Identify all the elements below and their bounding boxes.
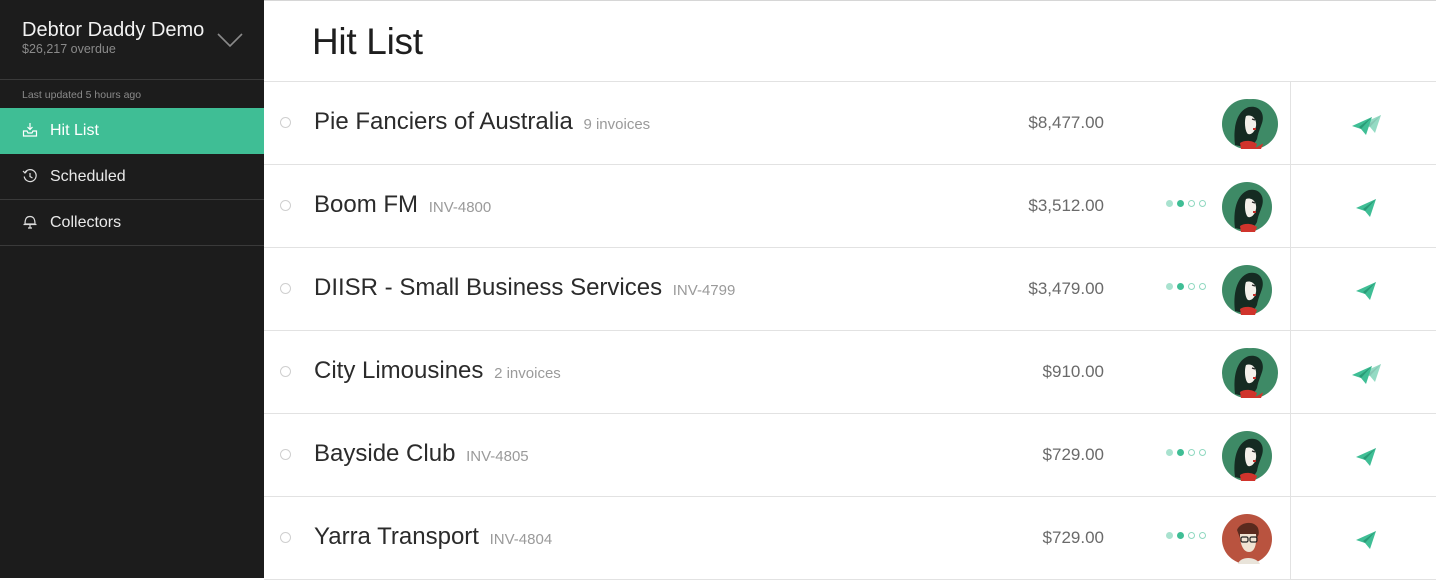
debtor-name[interactable]: DIISR - Small Business Services INV-4799 [314, 274, 735, 302]
progress-dot [1177, 532, 1184, 539]
collector-avatar [1222, 514, 1273, 564]
sidebar-item-hit-list[interactable]: Hit List [0, 108, 264, 154]
debtor-name-text: Bayside Club [314, 440, 456, 467]
collector-avatar [1222, 265, 1273, 315]
progress-dot [1166, 283, 1173, 290]
invoice-ref: INV-4800 [428, 199, 492, 216]
amount-due: $910.00 [1042, 362, 1104, 381]
sidebar-nav: Hit List Scheduled Collectors [0, 108, 264, 246]
row-select-radio[interactable] [280, 366, 291, 377]
collector-avatar-stack [1222, 348, 1278, 398]
invoice-ref: INV-4805 [466, 448, 529, 465]
debtor-name-text: DIISR - Small Business Services [314, 274, 663, 301]
progress-dot [1177, 283, 1184, 290]
reminder-progress [1166, 449, 1210, 461]
row-select-radio[interactable] [280, 200, 291, 211]
hit-list: Pie Fanciers of Australia 9 invoices $8,… [264, 82, 1436, 580]
invoice-ref: 9 invoices [583, 116, 651, 133]
sidebar-item-scheduled[interactable]: Scheduled [0, 154, 264, 200]
send-icon[interactable] [1350, 278, 1382, 302]
progress-dot [1177, 449, 1184, 456]
main-content: Hit List Pie Fanciers of Australia 9 inv… [264, 0, 1436, 580]
list-item[interactable]: Bayside Club INV-4805 $729.00 [264, 414, 1436, 497]
sidebar-item-collectors[interactable]: Collectors [0, 200, 264, 246]
send-multiple-icon[interactable] [1350, 112, 1382, 136]
sidebar-item-label: Hit List [50, 122, 99, 139]
send-icon[interactable] [1350, 195, 1382, 219]
divider [1290, 82, 1291, 164]
amount-due: $3,512.00 [1028, 196, 1104, 215]
invoice-ref: INV-4804 [489, 531, 553, 548]
progress-dot [1166, 532, 1173, 539]
history-icon [22, 169, 37, 183]
progress-dot [1188, 532, 1195, 539]
progress-dot [1199, 532, 1206, 539]
debtor-name-text: City Limousines [314, 357, 484, 384]
divider [1290, 165, 1291, 247]
invoice-ref: INV-4799 [672, 282, 736, 299]
page-title: Hit List [312, 21, 423, 62]
amount-due: $729.00 [1042, 445, 1104, 464]
sidebar: Debtor Daddy Demo $26,217 overdue Last u… [0, 0, 264, 578]
debtor-name[interactable]: City Limousines 2 invoices [314, 357, 561, 385]
progress-dot [1199, 449, 1206, 456]
progress-dot [1188, 283, 1195, 290]
sidebar-item-label: Scheduled [50, 168, 126, 185]
debtor-name-text: Boom FM [314, 191, 419, 218]
send-multiple-icon[interactable] [1350, 361, 1382, 385]
progress-dot [1166, 200, 1173, 207]
reminder-progress [1166, 283, 1210, 295]
row-select-radio[interactable] [280, 449, 291, 460]
reminder-progress [1166, 532, 1210, 544]
send-icon[interactable] [1350, 527, 1382, 551]
progress-dot [1199, 283, 1206, 290]
collector-avatar-stack [1222, 99, 1278, 149]
list-item[interactable]: DIISR - Small Business Services INV-4799… [264, 248, 1436, 331]
send-icon[interactable] [1350, 444, 1382, 468]
sidebar-item-label: Collectors [50, 214, 122, 231]
progress-dot [1166, 449, 1173, 456]
debtor-name-text: Yarra Transport [314, 523, 479, 550]
list-item[interactable]: Boom FM INV-4800 $3,512.00 [264, 165, 1436, 248]
progress-dot [1177, 200, 1184, 207]
row-select-radio[interactable] [280, 532, 291, 543]
org-switcher[interactable]: Debtor Daddy Demo $26,217 overdue [0, 0, 264, 80]
debtor-name[interactable]: Yarra Transport INV-4804 [314, 523, 552, 551]
amount-due: $3,479.00 [1028, 279, 1104, 298]
debtor-name-text: Pie Fanciers of Australia [314, 108, 573, 135]
list-item[interactable]: City Limousines 2 invoices $910.00 [264, 331, 1436, 414]
invoice-ref: 2 invoices [494, 365, 561, 382]
progress-dot [1188, 200, 1195, 207]
progress-dot [1188, 449, 1195, 456]
reminder-progress [1166, 200, 1210, 212]
org-overdue-total: $26,217 overdue [22, 42, 116, 56]
debtor-name[interactable]: Boom FM INV-4800 [314, 191, 491, 219]
divider [1290, 248, 1291, 330]
last-updated: Last updated 5 hours ago [22, 89, 142, 101]
collector-avatar [1222, 182, 1273, 232]
progress-dot [1199, 200, 1206, 207]
amount-due: $729.00 [1042, 528, 1104, 547]
debtor-name[interactable]: Bayside Club INV-4805 [314, 440, 529, 468]
org-name: Debtor Daddy Demo [22, 19, 205, 41]
row-select-radio[interactable] [280, 117, 291, 128]
row-select-radio[interactable] [280, 283, 291, 294]
list-item[interactable]: Yarra Transport INV-4804 $729.00 [264, 497, 1436, 580]
divider [1290, 497, 1291, 579]
inbox-icon [22, 123, 38, 137]
debtor-name[interactable]: Pie Fanciers of Australia 9 invoices [314, 108, 650, 136]
amount-due: $8,477.00 [1028, 113, 1104, 132]
bell-icon [23, 215, 37, 229]
list-item[interactable]: Pie Fanciers of Australia 9 invoices $8,… [264, 82, 1436, 165]
divider [1290, 414, 1291, 496]
header: Hit List [264, 1, 1436, 82]
collector-avatar [1222, 431, 1273, 481]
divider [1290, 331, 1291, 413]
chevron-down-icon[interactable] [216, 30, 244, 50]
